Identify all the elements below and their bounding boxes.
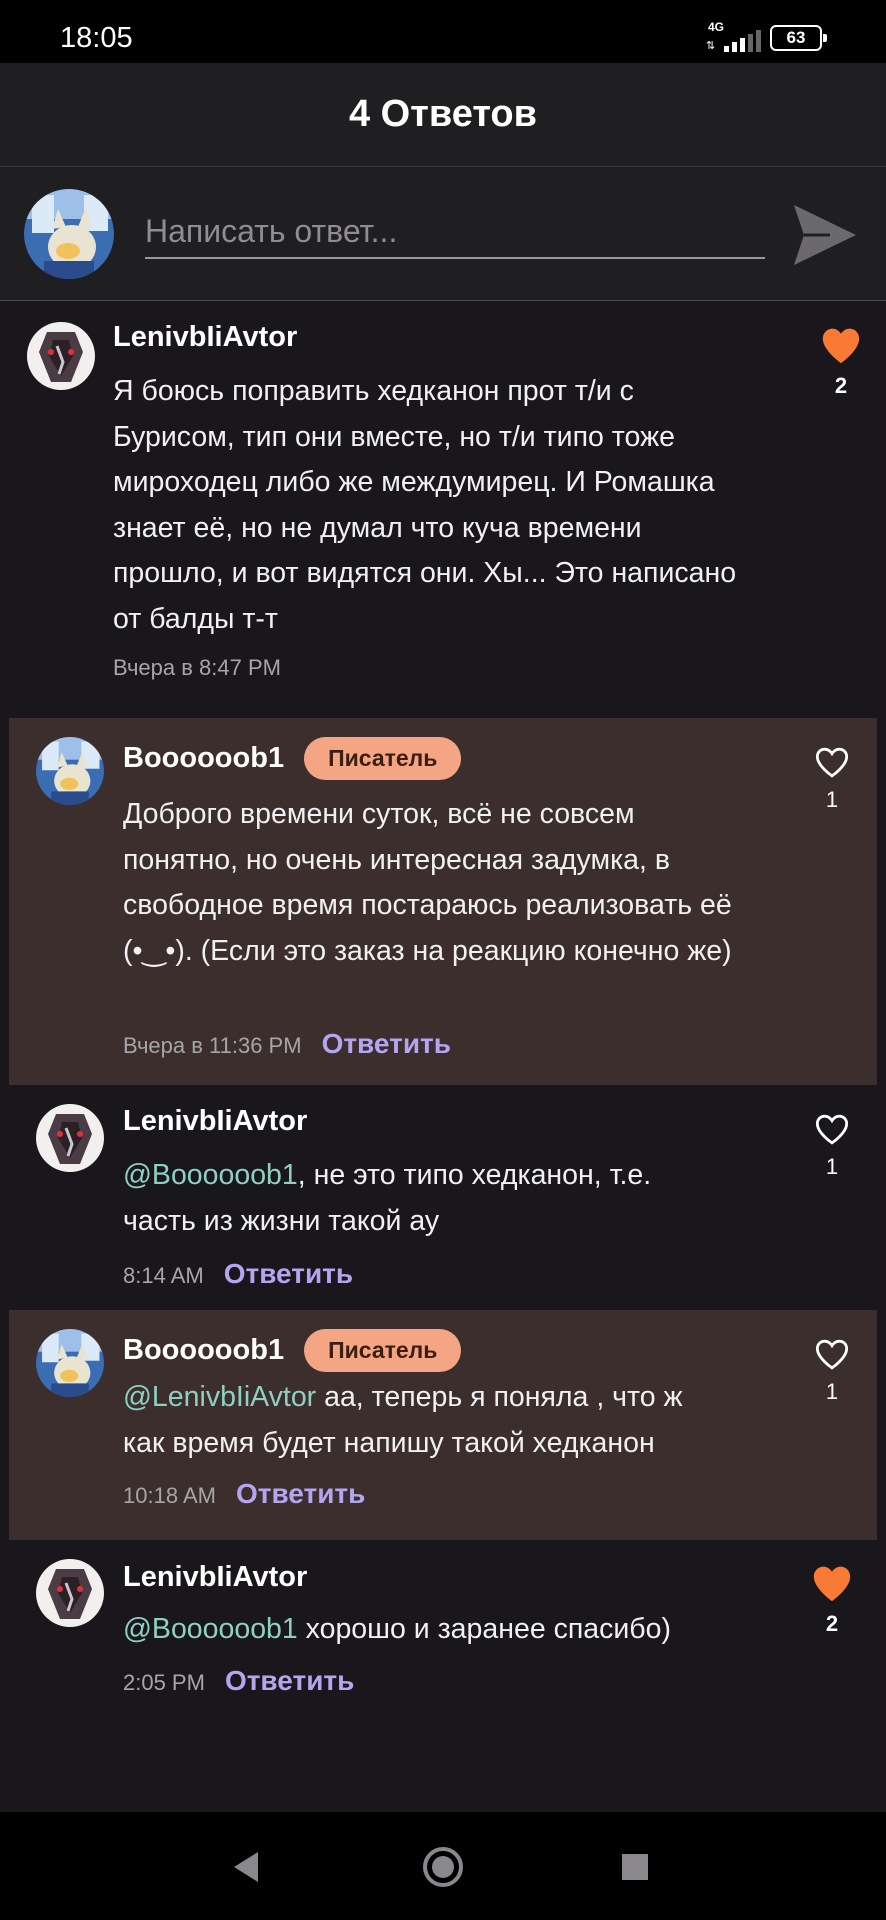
- avatar[interactable]: [27, 322, 95, 390]
- comment-reply: LenivbIiAvtor @Boooooob1 хорошо и заране…: [9, 1540, 877, 1720]
- back-button[interactable]: [222, 1842, 272, 1892]
- send-button[interactable]: [790, 201, 860, 269]
- reply-composer: [0, 167, 886, 301]
- reply-button[interactable]: Ответить: [236, 1478, 365, 1510]
- comment-time: 2:05 PM: [123, 1670, 205, 1695]
- home-button[interactable]: [418, 1842, 468, 1892]
- comment-author[interactable]: LenivbIiAvtor: [113, 321, 297, 354]
- comment-text: @Boooooob1, не это типо хедканон, т.е. ч…: [123, 1153, 723, 1244]
- recents-button[interactable]: [610, 1842, 660, 1892]
- recents-square-icon: [622, 1854, 648, 1880]
- heart-outline-icon: [815, 1114, 849, 1145]
- like-count: 1: [825, 1154, 839, 1179]
- comment-time: 8:14 AM: [123, 1263, 204, 1288]
- reply-button[interactable]: Ответить: [224, 1258, 353, 1290]
- comment-author[interactable]: Boooooob1: [123, 1334, 284, 1367]
- mention-link[interactable]: @Boooooob1: [123, 1613, 298, 1645]
- status-bar: 18:05 4G ⇅ 63: [0, 0, 886, 63]
- comment-reply: Boooooob1 Писатель @LenivbIiAvtor аа, те…: [9, 1310, 877, 1540]
- battery-icon: 63: [770, 25, 827, 51]
- like-count: 1: [825, 787, 839, 812]
- comment-reply: LenivbIiAvtor @Boooooob1, не это типо хе…: [9, 1085, 877, 1313]
- like-button[interactable]: 2: [811, 325, 871, 399]
- status-time: 18:05: [60, 22, 133, 54]
- writer-badge: Писатель: [304, 1329, 462, 1372]
- writer-badge: Писатель: [304, 737, 462, 780]
- signal-icon: 4G ⇅: [706, 20, 761, 54]
- comment-time: 10:18 AM: [123, 1483, 216, 1508]
- comment-author[interactable]: LenivbIiAvtor: [123, 1561, 307, 1594]
- mention-link[interactable]: @LenivbIiAvtor: [123, 1381, 316, 1413]
- comment-author[interactable]: LenivbIiAvtor: [123, 1105, 307, 1138]
- avatar[interactable]: [36, 737, 104, 805]
- like-button[interactable]: 1: [802, 1337, 862, 1405]
- system-nav-bar: [0, 1812, 886, 1920]
- like-count: 2: [825, 1611, 839, 1636]
- like-button[interactable]: 1: [802, 1112, 862, 1180]
- heart-outline-icon: [815, 1339, 849, 1370]
- send-icon: [794, 205, 856, 265]
- like-count: 1: [825, 1379, 839, 1404]
- avatar[interactable]: [36, 1104, 104, 1172]
- back-triangle-icon: [234, 1852, 258, 1882]
- avatar[interactable]: [36, 1329, 104, 1397]
- comment-time: Вчера в 11:36 PM: [123, 1033, 302, 1058]
- mention-link[interactable]: @Boooooob1: [123, 1159, 298, 1191]
- heart-filled-icon: [813, 1566, 851, 1602]
- comment-author[interactable]: Boooooob1: [123, 742, 284, 775]
- like-button[interactable]: 1: [802, 745, 862, 813]
- home-circle-icon: [423, 1847, 463, 1887]
- comment-text-content: хорошо и заранее спасибо): [297, 1613, 671, 1645]
- reply-input[interactable]: [145, 205, 765, 259]
- network-type: 4G: [708, 20, 725, 34]
- battery-level: 63: [786, 28, 806, 47]
- data-arrows-icon: ⇅: [706, 40, 716, 52]
- like-button[interactable]: 2: [802, 1563, 862, 1637]
- comment-time: Вчера в 8:47 PM: [113, 655, 281, 680]
- header: 4 Ответов: [0, 63, 886, 167]
- comment-text: @LenivbIiAvtor аа, теперь я поняла , что…: [123, 1375, 723, 1466]
- heart-outline-icon: [815, 747, 849, 778]
- like-count: 2: [834, 373, 848, 398]
- avatar[interactable]: [24, 189, 114, 279]
- comment-text: @Boooooob1 хорошо и заранее спасибо): [123, 1607, 763, 1653]
- comment-root: LenivbIiAvtor Я боюсь поправить хедканон…: [0, 301, 886, 779]
- status-icons: 4G ⇅ 63: [706, 20, 827, 54]
- heart-filled-icon: [822, 328, 860, 364]
- reply-button[interactable]: Ответить: [225, 1665, 354, 1697]
- avatar[interactable]: [36, 1559, 104, 1627]
- page-title: 4 Ответов: [348, 93, 538, 135]
- comment-text: Я боюсь поправить хедканон прот т/и с Бу…: [113, 375, 737, 635]
- comment-reply: Boooooob1 Писатель Доброго времени суток…: [9, 718, 877, 1085]
- reply-button[interactable]: Ответить: [322, 1028, 451, 1060]
- comment-text: Доброго времени суток, всё не совсем пон…: [123, 798, 732, 967]
- replies-screen: 4 Ответов Написать ответ... LenivbIiAvto…: [0, 63, 886, 1812]
